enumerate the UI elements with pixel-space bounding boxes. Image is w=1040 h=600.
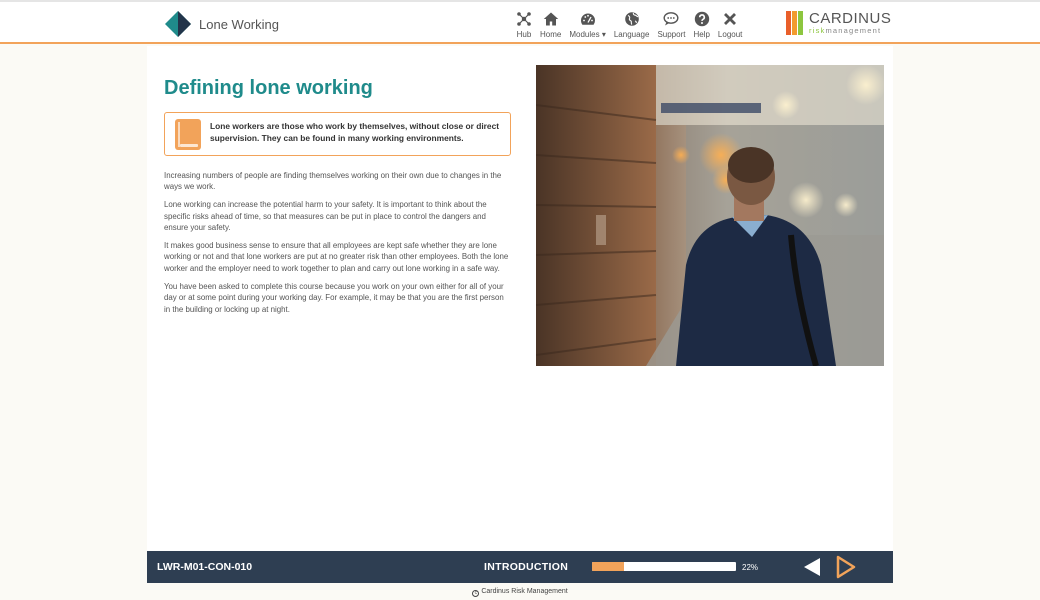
nav-language[interactable]: Language	[613, 11, 650, 39]
section-name: INTRODUCTION	[484, 561, 569, 573]
home-icon	[543, 12, 558, 26]
nav-modules[interactable]: Modules ▾	[569, 11, 606, 39]
lone-worker-photo	[536, 65, 884, 366]
nav-language-label: Language	[613, 30, 650, 39]
definition-callout: Lone workers are those who work by thems…	[164, 112, 511, 156]
copyright: c Cardinus Risk Management	[0, 588, 1040, 597]
dashboard-icon	[580, 13, 595, 25]
nav-logout-label: Logout	[717, 30, 743, 39]
progress-fill	[592, 562, 624, 571]
copyright-icon: c	[472, 590, 480, 597]
callout-text: Lone workers are those who work by thems…	[210, 121, 500, 143]
progress-percent: 22%	[742, 563, 759, 572]
nav-home-label: Home	[540, 30, 562, 39]
arrow-left-icon	[804, 558, 820, 576]
top-header: Lone Working Hub Home Modules ▾ Language…	[0, 0, 1040, 44]
course-logo-icon	[165, 11, 191, 37]
paragraph: You have been asked to complete this cou…	[164, 281, 504, 314]
help-icon	[694, 11, 709, 27]
page-code: LWR-M01-CON-010	[157, 561, 253, 573]
nav-support[interactable]: Support	[657, 11, 685, 39]
progress-bar	[592, 562, 736, 571]
nav-logout[interactable]: Logout	[718, 11, 742, 39]
hub-icon	[517, 12, 531, 26]
nav-help[interactable]: Help	[693, 11, 710, 39]
content-panel: Defining lone working Lone workers are t…	[147, 46, 893, 551]
nav-hub[interactable]: Hub	[516, 11, 532, 39]
nav-help-label: Help	[693, 30, 710, 39]
paragraph: Increasing numbers of people are finding…	[164, 171, 502, 192]
next-page-button[interactable]	[835, 555, 857, 579]
main-nav: Hub Home Modules ▾ Language Support Help…	[516, 11, 750, 39]
course-title: Lone Working	[199, 16, 279, 32]
cardinus-logo: CARDINUS riskmanagement	[786, 11, 891, 35]
page-title: Defining lone working	[164, 77, 373, 99]
nav-support-label: Support	[657, 30, 686, 39]
globe-icon	[624, 12, 639, 26]
nav-hub-label: Hub	[516, 30, 532, 39]
copyright-text: Cardinus Risk Management	[481, 588, 568, 595]
cardinus-logo-icon	[786, 11, 804, 35]
body-text: Increasing numbers of people are finding…	[164, 170, 509, 321]
chat-icon	[663, 12, 679, 26]
chevron-down-icon: ▾	[601, 30, 606, 39]
paragraph: It makes good business sense to ensure t…	[164, 241, 509, 273]
close-icon	[724, 13, 737, 25]
nav-home[interactable]: Home	[540, 11, 561, 39]
footer-bar: LWR-M01-CON-010 INTRODUCTION 22%	[147, 551, 893, 583]
nav-modules-label: Modules ▾	[569, 30, 606, 39]
previous-page-button[interactable]	[802, 557, 822, 577]
course-brand: Lone Working	[165, 11, 279, 37]
book-icon	[175, 119, 201, 150]
cardinus-name: CARDINUS	[809, 10, 892, 28]
paragraph: Lone working can increase the potential …	[164, 200, 487, 233]
arrow-right-icon	[836, 555, 856, 579]
cardinus-subtitle: riskmanagement	[809, 26, 882, 36]
